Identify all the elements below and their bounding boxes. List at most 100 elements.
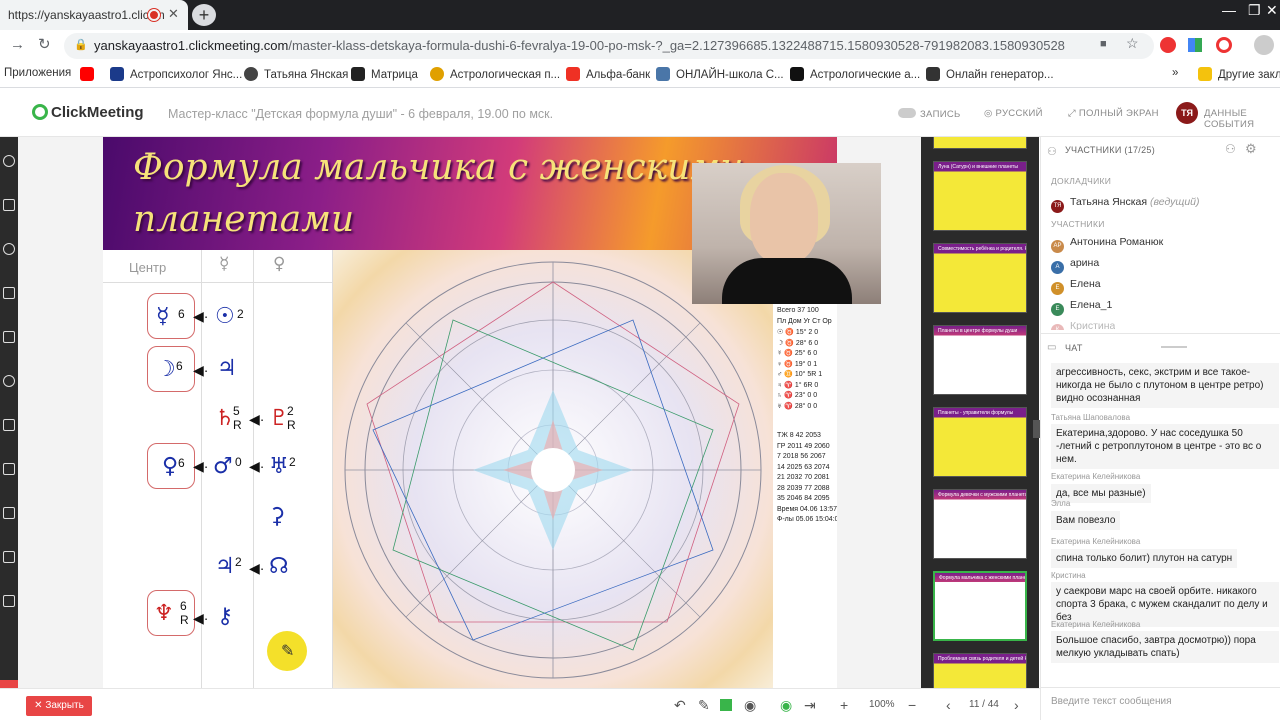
event-data-button[interactable]: ДАННЫЕ СОБЫТИЯ (1204, 108, 1280, 130)
eye-icon[interactable]: ◉ (780, 697, 792, 714)
tool-icon-3[interactable] (3, 199, 15, 211)
export-icon[interactable]: ⇥ (804, 697, 816, 714)
adblock-icon[interactable] (1160, 37, 1176, 53)
zoom-out-icon[interactable]: − (908, 697, 916, 713)
forward-icon[interactable]: → (10, 36, 25, 53)
tool-icon-7[interactable] (3, 375, 15, 387)
close-tab-icon[interactable]: ✕ (168, 6, 179, 22)
bookmark-generator[interactable]: Онлайн генератор... (926, 67, 1054, 81)
chat-message: Екатерина Келейникова спина только болит)… (1051, 537, 1279, 568)
bookmark-tatyana[interactable]: Татьяна Янская (244, 67, 348, 81)
previous-slide-icon[interactable]: ‹ (946, 697, 951, 713)
attendee-row[interactable]: АР Антонина Романюк (1051, 236, 1163, 253)
tool-icon-2[interactable] (3, 155, 15, 167)
bookmark-astro-a[interactable]: Астрологические а... (790, 67, 920, 81)
tool-icon-4[interactable] (3, 243, 15, 255)
slide-thumbnail[interactable]: Луна (Сатурн) и внешние планеты (933, 161, 1027, 231)
attendee-row[interactable]: Аарина (1051, 257, 1099, 274)
bookmark-online-school[interactable]: ОНЛАЙН-школа С... (656, 67, 784, 81)
language-button[interactable]: ◎ РУССКИЙ (984, 108, 1043, 119)
bookmark-star-icon[interactable]: ☆ (1126, 35, 1139, 52)
browser-tab[interactable]: https://yanskayaastro1.clickm ✕ (0, 0, 188, 30)
stroke-size-icon[interactable]: ◉ (744, 697, 756, 714)
zoom-in-icon[interactable]: + (840, 697, 848, 713)
chat-input[interactable]: Введите текст сообщения (1051, 696, 1171, 707)
bookmark-apps[interactable]: Приложения (4, 67, 71, 79)
extension-icon[interactable] (1188, 38, 1202, 52)
center-box-mercury: ☿ 6 (147, 293, 195, 339)
window-close-icon[interactable]: ✕ (1266, 2, 1278, 19)
column-center-label: Центр (129, 260, 167, 275)
message-author: Екатерина Келейникова (1051, 472, 1141, 481)
minimize-icon[interactable]: — (1222, 2, 1236, 18)
settings-gear-icon[interactable]: ⚙ (1245, 141, 1257, 157)
new-tab-button[interactable]: + (192, 4, 216, 26)
attendee-row[interactable]: Е Елена_1 (1051, 299, 1112, 316)
bookmark-astropsych[interactable]: Астропсихолог Янс... (110, 67, 242, 81)
profile-icon (244, 67, 258, 81)
chat-divider[interactable] (1041, 333, 1280, 334)
record-toggle[interactable]: ЗАПИСЬ (898, 108, 961, 120)
message-author: Кристина (1051, 571, 1086, 580)
tool-icon-8[interactable] (3, 419, 15, 431)
jupiter-icon-2: ♃ (215, 554, 235, 579)
add-participant-icon[interactable]: ⚇ (1225, 142, 1236, 156)
address-bar[interactable]: 🔒 yanskayaastro1.clickmeeting.com/master… (64, 33, 1154, 59)
presenter-row[interactable]: ТЯ Татьяна Янская (ведущий) (1051, 196, 1200, 213)
tool-icon-9[interactable] (3, 463, 15, 475)
attendee-row[interactable]: Е Елена (1051, 278, 1101, 295)
lock-icon: 🔒 (74, 39, 88, 51)
opera-icon[interactable] (1216, 37, 1232, 53)
chat-message: Татьяна Шаповалова Екатерина,здорово. У н… (1051, 413, 1279, 469)
profile-avatar[interactable] (1254, 35, 1274, 55)
close-presentation-button[interactable]: ✕ Закрыть (26, 696, 92, 716)
slide-thumbnail[interactable]: Формула мальчика с женскими планетами (933, 571, 1027, 641)
bookmark-alfabank[interactable]: Альфа-банк (566, 67, 650, 81)
bookmark-matrix[interactable]: Матрица (351, 67, 418, 81)
vk-icon (656, 67, 670, 81)
tool-icon-11[interactable] (3, 551, 15, 563)
avatar: А (1051, 261, 1064, 274)
host-avatar[interactable]: ТЯ (1176, 102, 1198, 124)
slide-thumbnails-panel[interactable]: Луна (Сатурн) и внешние планеты Совместим… (921, 137, 1039, 688)
pen-icon[interactable]: ✎ (698, 697, 710, 714)
color-swatch-icon[interactable] (720, 699, 732, 711)
message-text: Екатерина,здорово. У нас соседушка 50 -л… (1051, 424, 1279, 469)
ceres-icon: ⚳ (269, 504, 286, 529)
tool-icon-12[interactable] (3, 595, 15, 607)
bookmark-youtube[interactable] (80, 67, 100, 81)
tool-icon-6[interactable] (3, 331, 15, 343)
next-slide-icon[interactable]: › (1014, 697, 1019, 713)
camera-icon[interactable]: ■ (1100, 38, 1107, 50)
bookmark-astro-p[interactable]: Астрологическая п... (430, 67, 560, 81)
attendee-row[interactable]: К Кристина (1051, 320, 1115, 330)
tool-icon-10[interactable] (3, 507, 15, 519)
chat-resize-handle[interactable] (1161, 346, 1187, 348)
page-indicator: 11 / 44 (969, 699, 999, 710)
slide-thumbnail[interactable]: Планеты - управители формулы (933, 407, 1027, 477)
fullscreen-button[interactable]: ⤢ ПОЛНЫЙ ЭКРАН (1068, 108, 1159, 119)
slide-thumbnail[interactable]: Совместимость ребёнка и родителя. Карта … (933, 243, 1027, 313)
slide-thumbnail[interactable]: Формула девочки с мужскими планетами (933, 489, 1027, 559)
bookmark-other[interactable]: Другие закладки (1198, 67, 1280, 81)
slide-thumbnail[interactable] (933, 137, 1027, 149)
planet-formula-table: Центр ☿ ♀ ☿ 6 ◀· ☉ 2 ☽ 6 ◀· ♃ ♄ 5 R ◀· ♇ 2 R ♀ 6… (103, 250, 333, 688)
maximize-icon[interactable]: ❐ (1248, 2, 1261, 19)
bookmarks-overflow-icon[interactable]: » (1172, 67, 1178, 79)
attendee-name: Антонина Романюк (1070, 236, 1164, 248)
presenter-webcam[interactable] (692, 163, 881, 304)
undo-icon[interactable]: ↶ (674, 697, 686, 714)
slide-thumbnail[interactable]: Планеты в центре формулы души (933, 325, 1027, 395)
center-box-neptune: ♆ 6 R (147, 590, 195, 636)
tool-icon-5[interactable] (3, 287, 15, 299)
recording-indicator-icon (148, 9, 160, 21)
stats-row: ♃ ♈ 1° 6R 0 (777, 381, 819, 389)
avatar: К (1051, 324, 1064, 330)
chiron-icon: ⚷ (217, 604, 234, 629)
thumbnail-caption: Планеты - управители формулы (938, 410, 1014, 416)
slide-thumbnail[interactable]: Проблемная связь родителя и детей Кто ..… (933, 653, 1027, 688)
message-author: Екатерина Келейникова (1051, 537, 1141, 546)
pluto-icon: ♇ (269, 406, 289, 431)
reload-icon[interactable]: ↻ (38, 35, 51, 53)
uranus-icon: ♅ (269, 454, 289, 479)
